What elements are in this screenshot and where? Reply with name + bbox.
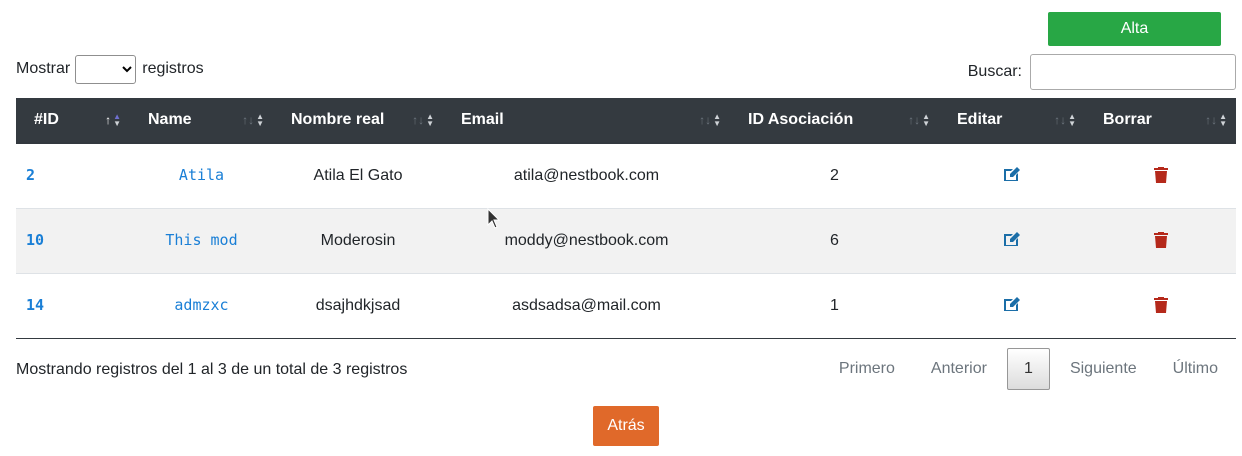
add-button[interactable]: Alta <box>1048 12 1221 46</box>
length-suffix-label: registros <box>142 60 204 77</box>
last-page-button[interactable]: Último <box>1155 348 1236 390</box>
page-1-button[interactable]: 1 <box>1006 348 1050 390</box>
row-id-link[interactable]: 2 <box>26 166 35 184</box>
column-header-real-name[interactable]: Nombre real ↑↓ ▲ ▼ <box>273 98 443 144</box>
sort-icon: ↑↓ ▲ ▼ <box>1054 112 1076 128</box>
search-input[interactable] <box>1030 54 1236 90</box>
next-page-button[interactable]: Siguiente <box>1052 348 1155 390</box>
prev-page-button[interactable]: Anterior <box>913 348 1005 390</box>
table-row: 10 This mod Moderosin moddy@nestbook.com… <box>16 207 1236 273</box>
sort-icon: ↑↓ ▲ ▼ <box>699 112 721 128</box>
trash-icon[interactable] <box>1150 164 1172 186</box>
row-real-name: dsajhdkjsad <box>273 272 443 339</box>
row-email: atila@nestbook.com <box>513 166 660 184</box>
back-button[interactable]: Atrás <box>593 406 659 446</box>
row-email: asdsadsa@mail.com <box>443 272 730 339</box>
column-header-email[interactable]: Email ↑↓ ▲ ▼ <box>443 98 730 144</box>
edit-icon[interactable] <box>1001 164 1023 186</box>
row-id-link[interactable]: 14 <box>26 296 44 314</box>
row-assoc-id: 2 <box>830 166 839 184</box>
length-select[interactable] <box>75 54 137 84</box>
trash-icon[interactable] <box>1150 228 1172 250</box>
search-control: Buscar: <box>968 54 1236 90</box>
table-row: 14 admzxc dsajhdkjsad asdsadsa@mail.com … <box>16 272 1236 339</box>
column-header-edit[interactable]: Editar ↑↓ ▲ ▼ <box>939 98 1085 144</box>
row-real-name: Atila El Gato <box>313 166 403 184</box>
column-header-id[interactable]: #ID ↑ ▲ ▼ <box>16 98 130 144</box>
length-prefix-label: Mostrar <box>16 60 71 77</box>
search-label: Buscar: <box>967 63 1022 80</box>
edit-icon[interactable] <box>1001 293 1023 315</box>
column-header-assoc-id[interactable]: ID Asociación ↑↓ ▲ ▼ <box>730 98 939 144</box>
column-header-name[interactable]: Name ↑↓ ▲ ▼ <box>130 98 273 144</box>
trash-icon[interactable] <box>1150 293 1172 315</box>
sort-icon: ↑↓ ▲ ▼ <box>908 112 930 128</box>
sort-icon: ↑↓ ▲ ▼ <box>412 112 434 128</box>
users-table: #ID ↑ ▲ ▼ Name ↑↓ ▲ ▼ Nombre real ↑↓ ▲ ▼ Email… <box>16 98 1236 339</box>
mouse-cursor-icon <box>487 208 501 229</box>
table-header-row: #ID ↑ ▲ ▼ Name ↑↓ ▲ ▼ Nombre real ↑↓ ▲ ▼ Email… <box>16 98 1236 144</box>
row-assoc-id: 6 <box>730 207 939 273</box>
length-control: Mostrar registros <box>16 54 204 84</box>
row-id-link[interactable]: 10 <box>26 231 44 249</box>
pagination: Primero Anterior 1 Siguiente Último <box>821 348 1236 390</box>
row-name-link[interactable]: Atila <box>179 166 224 184</box>
table-row: 2 Atila Atila El Gato atila@nestbook.com… <box>16 143 1236 208</box>
row-real-name: Moderosin <box>273 207 443 273</box>
edit-icon[interactable] <box>1001 228 1023 250</box>
row-name-link[interactable]: admzxc <box>174 296 228 314</box>
row-assoc-id: 1 <box>730 272 939 339</box>
sort-icon: ↑↓ ▲ ▼ <box>1205 112 1227 128</box>
sort-asc-icon: ↑ ▲ ▼ <box>105 112 121 128</box>
column-header-delete[interactable]: Borrar ↑↓ ▲ ▼ <box>1085 98 1236 144</box>
row-name-link[interactable]: This mod <box>165 231 237 249</box>
sort-icon: ↑↓ ▲ ▼ <box>242 112 264 128</box>
first-page-button[interactable]: Primero <box>821 348 913 390</box>
table-info: Mostrando registros del 1 al 3 de un tot… <box>16 361 408 378</box>
